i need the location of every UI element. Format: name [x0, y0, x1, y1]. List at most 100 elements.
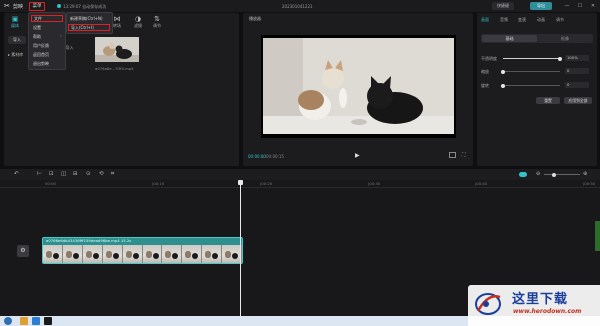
rotation-slider-knob[interactable]	[501, 83, 505, 88]
clip-frame	[182, 245, 203, 263]
clip-frame	[122, 245, 143, 263]
opacity-slider-fill	[503, 58, 560, 59]
ruler-label: |00:40	[475, 181, 488, 186]
track-cover-button[interactable]: ⚙	[17, 245, 29, 257]
import-subtab[interactable]: 导入	[8, 36, 26, 44]
menu-item-feedback[interactable]: 用户反馈	[31, 42, 63, 49]
scale-value[interactable]: 0	[565, 68, 589, 74]
submenu-new-draft[interactable]: 新建草稿(Ctrl+N)	[68, 15, 110, 22]
player-title: 播放器	[249, 16, 261, 21]
save-status-icon	[57, 4, 61, 8]
opacity-slider[interactable]	[503, 56, 562, 61]
menu-item-help[interactable]: 帮助	[31, 33, 63, 40]
submenu-import[interactable]: 导入(Ctrl+I)	[68, 24, 110, 31]
app-name: 剪映	[13, 4, 24, 10]
zoom-slider-knob[interactable]	[552, 172, 556, 177]
media-thumbnail-name: a076a8e...33f4.mp4	[95, 66, 134, 71]
export-button[interactable]: 导出	[530, 2, 552, 10]
menu-item-settings[interactable]: 设置	[31, 24, 63, 31]
tab-animation[interactable]: 动画	[537, 17, 545, 23]
ruler-label: |00:30	[368, 181, 381, 186]
clip-frame	[43, 245, 63, 263]
clip-filmstrip	[43, 245, 243, 263]
ruler-label: |00:50	[583, 181, 596, 186]
rotate-icon[interactable]: ⟲	[99, 171, 104, 177]
scale-slider-knob[interactable]	[501, 69, 505, 74]
watermark-title: 这里下载	[512, 292, 569, 307]
tab-screen[interactable]: 画面	[481, 17, 489, 23]
track-scrollbar[interactable]	[595, 221, 600, 251]
maximize-icon[interactable]: ☐	[576, 2, 584, 10]
watermark-logo-icon	[475, 293, 501, 315]
ruler-label: |00:20	[260, 181, 273, 186]
zoom-slider[interactable]	[544, 172, 580, 177]
save-status: 13:29:07 自动保存成功	[63, 3, 107, 9]
freeze-icon[interactable]: ◫	[61, 171, 66, 177]
undo-icon[interactable]: ↶	[14, 171, 19, 177]
crop-icon[interactable]: ⌗	[111, 171, 114, 178]
chevron-right-icon: ›	[60, 33, 62, 38]
browser-icon[interactable]	[32, 317, 40, 325]
playhead-handle[interactable]	[238, 180, 243, 185]
scale-slider[interactable]	[501, 69, 560, 74]
clip-frame	[162, 245, 183, 263]
menu-item-file[interactable]: 文件	[31, 15, 63, 22]
adjust-icon: ⇅	[154, 15, 160, 23]
rotation-value[interactable]: 0	[565, 82, 589, 88]
media-thumbnail[interactable]	[95, 37, 139, 62]
record-icon[interactable]: ⊙	[86, 171, 91, 177]
close-icon[interactable]: ✕	[589, 2, 597, 10]
video-preview[interactable]	[263, 38, 454, 134]
fullscreen-icon[interactable]: ⛶	[462, 152, 466, 158]
menu-item-exit[interactable]: 退出剪映	[31, 60, 63, 67]
clip-frame	[82, 245, 103, 263]
tab-speed[interactable]: 变速	[518, 17, 526, 23]
clip-frame	[102, 245, 123, 263]
start-icon[interactable]	[4, 317, 12, 325]
clip-frame	[202, 245, 223, 263]
total-time: 00:00:15	[266, 154, 284, 159]
delete-left-icon[interactable]: ⊡	[49, 171, 54, 177]
segment-matting[interactable]: 抠像	[538, 35, 592, 42]
zoom-in-icon[interactable]: ⊕	[583, 171, 587, 177]
play-icon[interactable]: ▶	[355, 152, 360, 159]
tab-audio-props[interactable]: 音频	[500, 17, 508, 23]
clip-label: a0766e6db43436fff159dead96be.mp4 15.2s	[46, 238, 132, 243]
tab-adjust-props[interactable]: 调节	[556, 17, 564, 23]
project-name: 202301041221	[282, 3, 313, 9]
clip-frame	[142, 245, 163, 263]
ruler-label: 00:00	[45, 181, 56, 186]
opacity-value[interactable]: 100%	[565, 55, 589, 61]
time-separator: /	[263, 154, 265, 159]
playhead[interactable]	[240, 182, 241, 316]
rotation-label: 旋转	[481, 83, 489, 88]
zoom-out-icon[interactable]: ⊖	[536, 171, 540, 177]
segment-basic[interactable]: 基础	[482, 35, 537, 42]
media-icon: ▣	[11, 15, 19, 23]
apply-all-button[interactable]: 应用到全部	[564, 97, 592, 104]
app-logo-icon: ✂	[4, 2, 10, 10]
aspect-ratio-button[interactable]	[449, 152, 456, 158]
clip-frame	[62, 245, 83, 263]
menu-button[interactable]: 菜单	[29, 1, 45, 11]
rotation-slider[interactable]	[501, 83, 560, 88]
library-subtab[interactable]: ▸ 素材库	[8, 52, 23, 58]
reset-button[interactable]: 重置	[536, 97, 560, 104]
opacity-label: 不透明度	[481, 56, 497, 61]
ruler-label: |00:10	[152, 181, 165, 186]
shortcut-button[interactable]: 快捷键	[492, 2, 514, 10]
cat-video-image	[263, 38, 454, 134]
tab-media[interactable]: ▣ 媒体	[4, 15, 26, 29]
capcut-taskbar-icon[interactable]	[44, 317, 52, 325]
cat-thumbnail-image	[95, 37, 139, 62]
delete-icon[interactable]: ⊟	[73, 171, 78, 177]
minimize-icon[interactable]: —	[563, 2, 571, 10]
menu-item-home[interactable]: 返回首页	[31, 51, 63, 58]
scale-label: 缩放	[481, 69, 489, 74]
tab-adjust[interactable]: ⇅ 调节	[146, 15, 168, 29]
explorer-icon[interactable]	[20, 317, 28, 325]
snap-toggle[interactable]	[519, 172, 527, 177]
opacity-slider-knob[interactable]	[558, 56, 562, 61]
timeline-ruler[interactable]	[0, 180, 600, 188]
split-icon[interactable]: ⊢	[37, 171, 42, 177]
